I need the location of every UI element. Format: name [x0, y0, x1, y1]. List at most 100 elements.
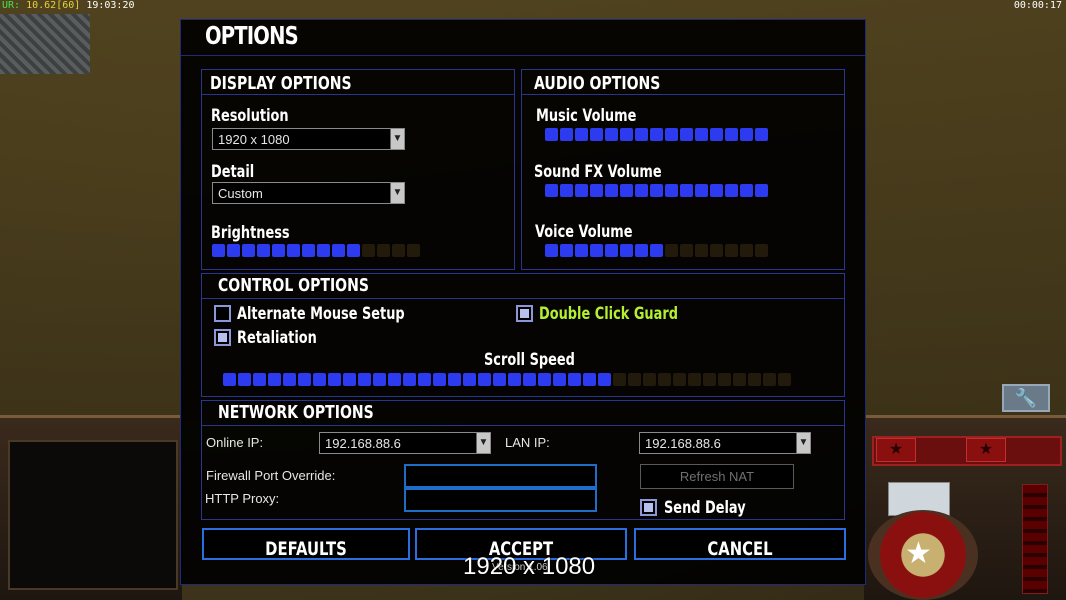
wrench-icon[interactable]: 🔧 — [1002, 384, 1050, 412]
slider-segment[interactable] — [665, 244, 678, 257]
slider-segment[interactable] — [695, 244, 708, 257]
slider-segment[interactable] — [253, 373, 266, 386]
slider-segment[interactable] — [590, 184, 603, 197]
send-delay-checkbox[interactable] — [640, 499, 657, 516]
sound-fx-volume-slider[interactable] — [545, 184, 768, 197]
slider-segment[interactable] — [388, 373, 401, 386]
slider-segment[interactable] — [590, 128, 603, 141]
slider-segment[interactable] — [302, 244, 315, 257]
slider-segment[interactable] — [740, 184, 753, 197]
resolution-dropdown[interactable]: 1920 x 1080 ▼ — [212, 128, 405, 150]
double-click-guard-checkbox[interactable] — [516, 305, 533, 322]
slider-segment[interactable] — [418, 373, 431, 386]
alternate-mouse-label[interactable]: Alternate Mouse Setup — [237, 304, 405, 324]
slider-segment[interactable] — [650, 128, 663, 141]
slider-segment[interactable] — [287, 244, 300, 257]
slider-segment[interactable] — [223, 373, 236, 386]
slider-segment[interactable] — [242, 244, 255, 257]
slider-segment[interactable] — [560, 184, 573, 197]
online-ip-dropdown[interactable]: 192.168.88.6 ▼ — [319, 432, 491, 454]
slider-segment[interactable] — [703, 373, 716, 386]
slider-segment[interactable] — [317, 244, 330, 257]
slider-segment[interactable] — [605, 184, 618, 197]
slider-segment[interactable] — [575, 128, 588, 141]
slider-segment[interactable] — [635, 244, 648, 257]
star-tab-icon[interactable]: ★ — [876, 438, 916, 462]
slider-segment[interactable] — [665, 128, 678, 141]
slider-segment[interactable] — [568, 373, 581, 386]
music-volume-slider[interactable] — [545, 128, 768, 141]
slider-segment[interactable] — [227, 244, 240, 257]
slider-segment[interactable] — [575, 244, 588, 257]
slider-segment[interactable] — [343, 373, 356, 386]
slider-segment[interactable] — [590, 244, 603, 257]
slider-segment[interactable] — [283, 373, 296, 386]
slider-segment[interactable] — [635, 184, 648, 197]
slider-segment[interactable] — [553, 373, 566, 386]
chevron-down-icon[interactable]: ▼ — [476, 433, 490, 453]
slider-segment[interactable] — [665, 184, 678, 197]
slider-segment[interactable] — [718, 373, 731, 386]
slider-segment[interactable] — [620, 184, 633, 197]
slider-segment[interactable] — [748, 373, 761, 386]
slider-segment[interactable] — [763, 373, 776, 386]
retaliation-checkbox[interactable] — [214, 329, 231, 346]
slider-segment[interactable] — [545, 128, 558, 141]
detail-dropdown[interactable]: Custom ▼ — [212, 182, 405, 204]
slider-segment[interactable] — [508, 373, 521, 386]
firewall-port-input[interactable] — [404, 464, 597, 488]
slider-segment[interactable] — [613, 373, 626, 386]
slider-segment[interactable] — [658, 373, 671, 386]
slider-segment[interactable] — [560, 244, 573, 257]
slider-segment[interactable] — [620, 244, 633, 257]
slider-segment[interactable] — [620, 128, 633, 141]
slider-segment[interactable] — [583, 373, 596, 386]
slider-segment[interactable] — [313, 373, 326, 386]
slider-segment[interactable] — [448, 373, 461, 386]
slider-segment[interactable] — [575, 184, 588, 197]
slider-segment[interactable] — [650, 244, 663, 257]
slider-segment[interactable] — [272, 244, 285, 257]
slider-segment[interactable] — [725, 184, 738, 197]
slider-segment[interactable] — [538, 373, 551, 386]
lan-ip-dropdown[interactable]: 192.168.88.6 ▼ — [639, 432, 811, 454]
slider-segment[interactable] — [268, 373, 281, 386]
slider-segment[interactable] — [523, 373, 536, 386]
slider-segment[interactable] — [598, 373, 611, 386]
slider-segment[interactable] — [710, 128, 723, 141]
slider-segment[interactable] — [695, 128, 708, 141]
slider-segment[interactable] — [740, 244, 753, 257]
slider-segment[interactable] — [362, 244, 375, 257]
slider-segment[interactable] — [733, 373, 746, 386]
chevron-down-icon[interactable]: ▼ — [796, 433, 810, 453]
slider-segment[interactable] — [605, 244, 618, 257]
slider-segment[interactable] — [493, 373, 506, 386]
slider-segment[interactable] — [403, 373, 416, 386]
retaliation-label[interactable]: Retaliation — [237, 328, 317, 348]
alternate-mouse-checkbox[interactable] — [214, 305, 231, 322]
slider-segment[interactable] — [392, 244, 405, 257]
slider-segment[interactable] — [650, 184, 663, 197]
slider-segment[interactable] — [755, 184, 768, 197]
slider-segment[interactable] — [238, 373, 251, 386]
slider-segment[interactable] — [673, 373, 686, 386]
slider-segment[interactable] — [710, 244, 723, 257]
slider-segment[interactable] — [688, 373, 701, 386]
brightness-slider[interactable] — [212, 244, 420, 257]
slider-segment[interactable] — [545, 244, 558, 257]
slider-segment[interactable] — [212, 244, 225, 257]
send-delay-label[interactable]: Send Delay — [664, 498, 746, 518]
slider-segment[interactable] — [635, 128, 648, 141]
slider-segment[interactable] — [680, 128, 693, 141]
slider-segment[interactable] — [643, 373, 656, 386]
slider-segment[interactable] — [740, 128, 753, 141]
slider-segment[interactable] — [755, 128, 768, 141]
cancel-button[interactable]: CANCEL — [634, 528, 846, 560]
slider-segment[interactable] — [755, 244, 768, 257]
slider-segment[interactable] — [347, 244, 360, 257]
scroll-speed-slider[interactable] — [223, 373, 791, 386]
slider-segment[interactable] — [407, 244, 420, 257]
slider-segment[interactable] — [778, 373, 791, 386]
defaults-button[interactable]: DEFAULTS — [202, 528, 410, 560]
slider-segment[interactable] — [680, 244, 693, 257]
